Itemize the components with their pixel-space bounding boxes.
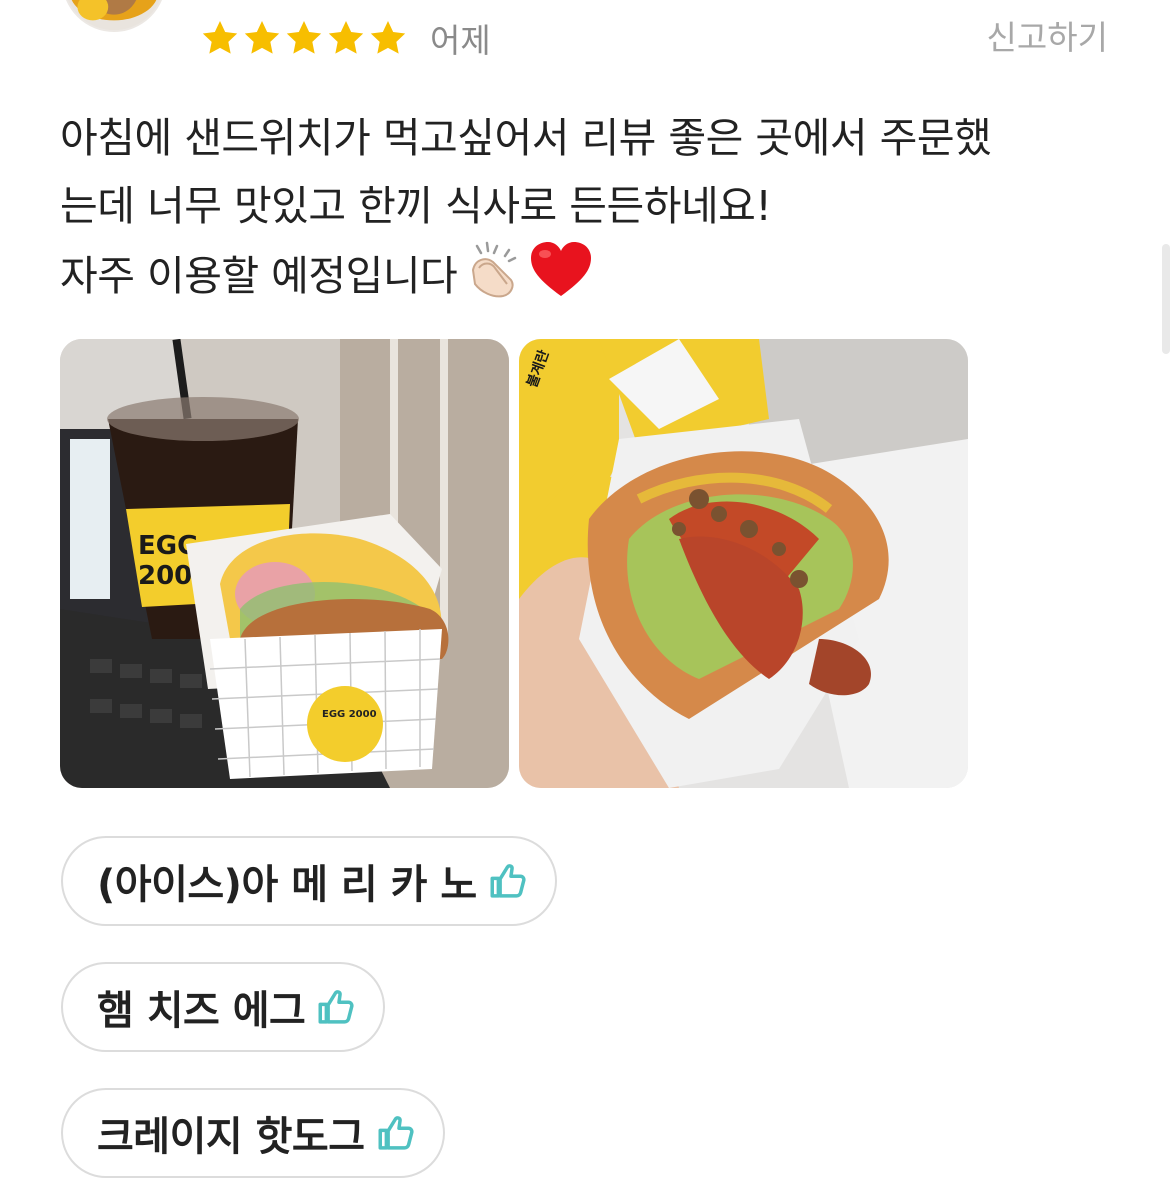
menu-chip-ham-cheese-egg[interactable]: 햄 치즈 에그 xyxy=(61,962,386,1052)
report-link[interactable]: 신고하기 xyxy=(987,14,1108,62)
review-text-line-content: 자주 이용할 예정입니다 xyxy=(60,252,458,300)
scrollbar[interactable] xyxy=(1162,244,1170,354)
menu-chip-label: 햄 치즈 에그 xyxy=(97,988,306,1034)
thumbs-up-icon xyxy=(490,864,526,898)
star-rating xyxy=(200,18,408,58)
menu-chip-crazy-hotdog[interactable]: 크레이지 핫도그 xyxy=(61,1088,445,1178)
clapping-hands-icon xyxy=(472,241,517,298)
review-text-line: 는데 너무 맛있고 한끼 식사로 든든하네요! xyxy=(60,182,772,230)
review-text-line: 자주 이용할 예정입니다 xyxy=(60,240,1120,310)
review-text-line: 아침에 샌드위치가 먹고싶어서 리뷰 좋은 곳에서 주문했 xyxy=(60,114,992,162)
reviewer-avatar[interactable] xyxy=(62,0,166,32)
star-icon xyxy=(286,21,322,54)
review-photo-hotdog[interactable]: 불계란 xyxy=(519,339,968,788)
star-icon xyxy=(244,21,280,54)
thumbs-up-icon xyxy=(318,990,354,1024)
menu-chip-label: 크레이지 핫도그 xyxy=(97,1114,365,1160)
review-photo-coffee-sandwich[interactable]: EGG 2000 EGG 2000 xyxy=(60,339,509,788)
thumbs-up-icon xyxy=(378,1116,414,1150)
star-icon xyxy=(328,21,364,54)
svg-text:EGG 2000: EGG 2000 xyxy=(322,709,377,720)
review-meta-row: 어제 xyxy=(200,14,491,62)
star-icon xyxy=(370,21,406,54)
review-photos: EGG 2000 EGG 2000 불계란 xyxy=(60,339,968,788)
review-text: 아침에 샌드위치가 먹고싶어서 리뷰 좋은 곳에서 주문했 는데 너무 맛있고 … xyxy=(60,104,1120,310)
review-date: 어제 xyxy=(430,21,491,60)
star-icon xyxy=(202,21,238,54)
menu-chip-americano[interactable]: (아이스)아 메 리 카 노 xyxy=(61,836,557,926)
menu-chip-label: (아이스)아 메 리 카 노 xyxy=(97,862,477,908)
red-heart-icon xyxy=(531,242,592,296)
